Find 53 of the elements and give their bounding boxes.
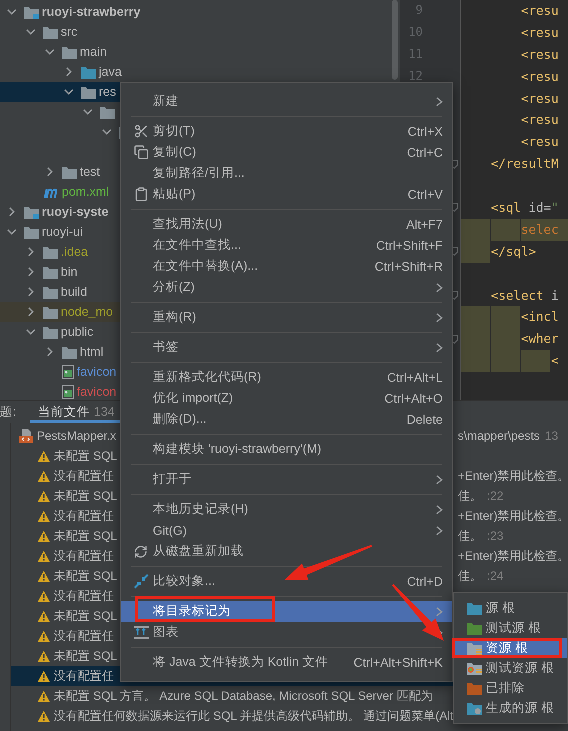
code-text: <resu — [521, 68, 559, 86]
code-text: <resu — [521, 111, 559, 130]
line-reference: 13 — [545, 429, 558, 443]
problem-detail: 佳。 — [458, 568, 482, 584]
problem-text: 没有配置任 — [54, 668, 114, 684]
problem-detail: +Enter)禁用此检查。 — [458, 548, 568, 564]
shortcut-text: Ctrl+V — [408, 188, 443, 202]
shortcut-text: Ctrl+Alt+O — [384, 392, 443, 406]
problem-detail: 佳。 — [458, 528, 482, 544]
code-text: <select i — [491, 286, 559, 305]
problem-text: 没有配置任 — [54, 508, 114, 524]
problem-text: 没有配置任 — [54, 628, 114, 644]
problem-text: 没有配置任何数据源来运行此 SQL 并提供高级代码辅助。 通过问题菜单(Alt — [54, 708, 454, 724]
shortcut-text: Alt+F7 — [406, 218, 443, 232]
panel-title: 题: — [0, 404, 18, 421]
code-text: <resu — [521, 133, 559, 152]
problem-text: 未配置 SQL — [54, 528, 118, 544]
shortcut-text: Ctrl+Alt+L — [387, 370, 443, 384]
code-text: <resu — [521, 46, 559, 64]
shortcut-text: Ctrl+C — [407, 146, 443, 160]
code-text: </resultM — [491, 155, 559, 174]
problem-text: 没有配置任 — [54, 468, 114, 484]
problem-detail: +Enter)禁用此检查。 — [458, 508, 568, 524]
problem-text: 未配置 SQL — [54, 448, 118, 464]
code-text: <sql id=" — [491, 199, 559, 218]
problem-text: 未配置 SQL — [54, 568, 118, 584]
code-text: < — [551, 352, 559, 370]
code-text: selec — [521, 220, 559, 239]
code-text: </sql> — [491, 242, 536, 261]
shortcut-text: Ctrl+X — [408, 124, 443, 138]
problem-text: 未配置 SQL — [54, 648, 118, 664]
code-text: <wher — [521, 330, 559, 348]
line-reference: :24 — [487, 569, 504, 583]
code-text: <incl — [521, 308, 559, 326]
problem-detail: s\mapper\pests — [458, 429, 540, 443]
code-text: <resu — [521, 24, 559, 42]
file-name: PestsMapper.x — [37, 429, 116, 443]
shortcut-text: Ctrl+Alt+Shift+K — [354, 656, 443, 670]
line-reference: :22 — [487, 489, 504, 503]
problem-text: 未配置 SQL — [54, 488, 118, 504]
problem-detail: 佳。 — [458, 488, 482, 504]
problem-text: 没有配置任 — [54, 588, 114, 604]
shortcut-text: Ctrl+Shift+F — [376, 238, 443, 252]
shortcut-text: Ctrl+D — [407, 574, 443, 588]
shortcut-text: Ctrl+Shift+R — [374, 260, 443, 274]
shortcut-text: Delete — [406, 412, 443, 426]
line-reference: :23 — [487, 529, 504, 543]
problem-text: 没有配置任 — [54, 548, 114, 564]
problem-detail: +Enter)禁用此检查。 — [458, 468, 568, 484]
problem-text: 未配置 SQL — [54, 608, 118, 624]
code-text: <resu — [521, 90, 559, 108]
code-text: <resu — [521, 2, 559, 20]
problem-text: 未配置 SQL 方言。 Azure SQL Database, Microsoft SQL Server 匹配为 — [54, 688, 433, 704]
